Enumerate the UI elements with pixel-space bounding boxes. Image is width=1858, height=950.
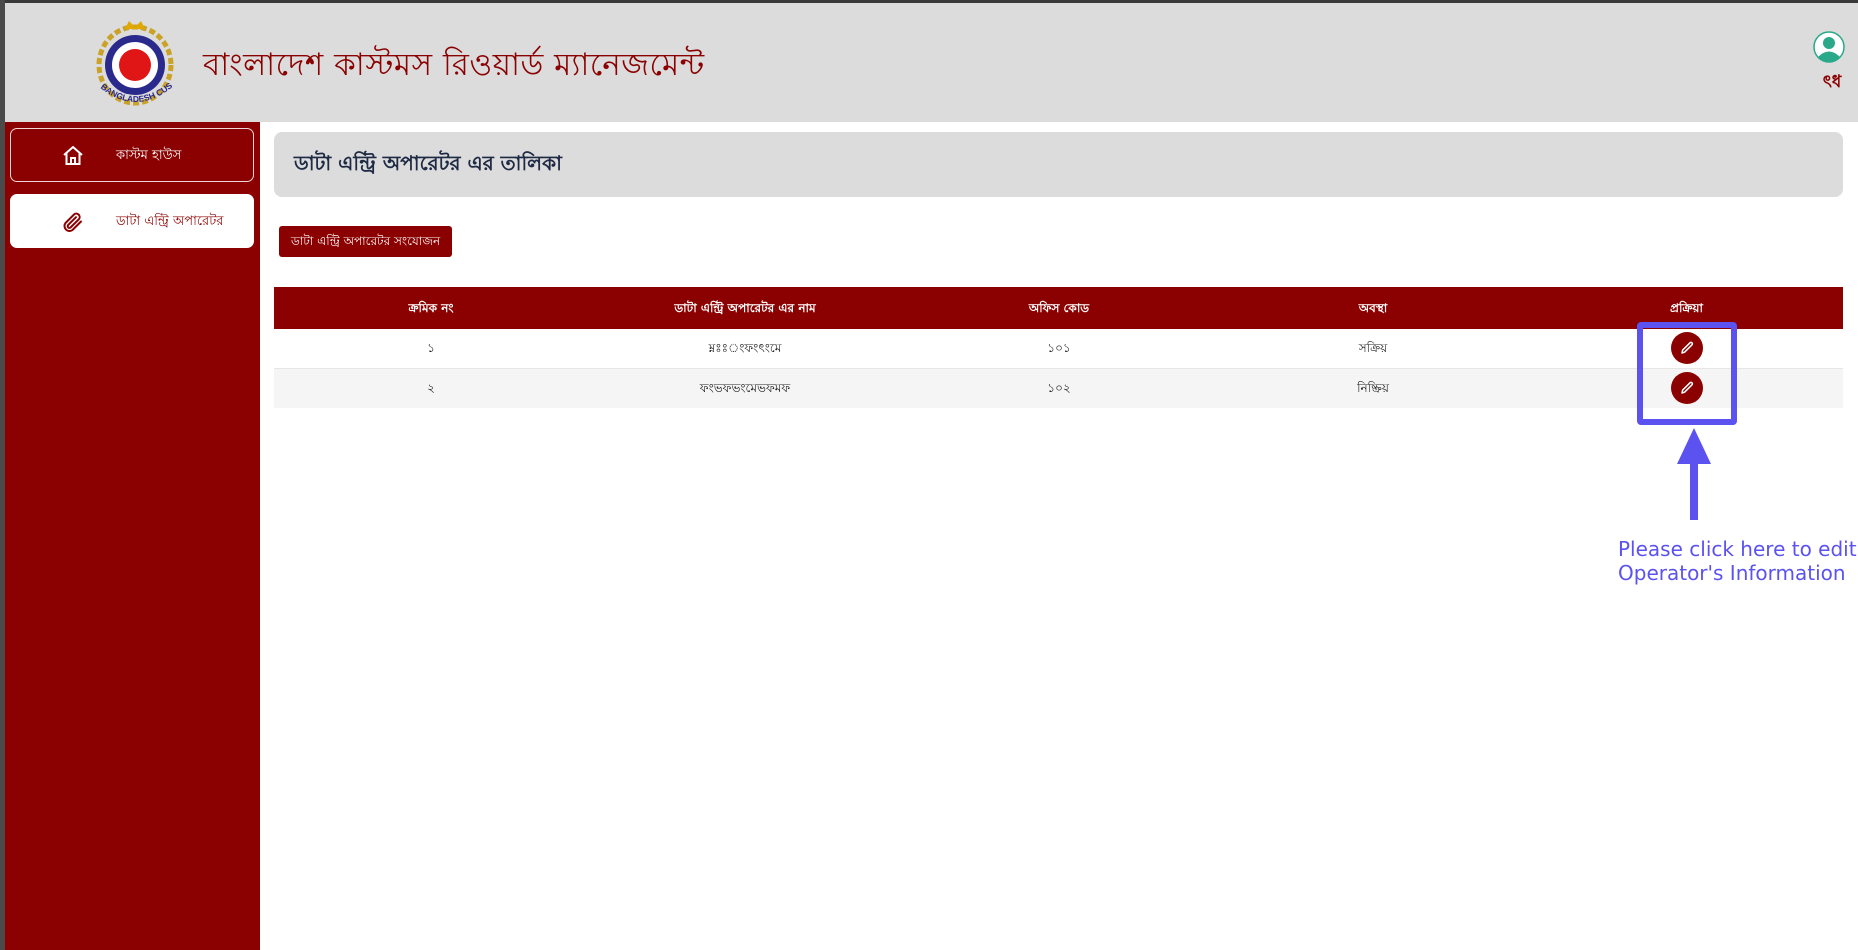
sidebar-item-data-entry-operator[interactable]: ডাটা এন্ট্রি অপারেটর (10, 194, 254, 248)
column-header-status: অবস্থা (1358, 301, 1388, 315)
cell-serial: ১ (427, 341, 435, 355)
cell-serial: ২ (427, 381, 435, 395)
table-row: ১ ম্নঃঃংফংৎংমে ১০১ সক্রিয় (274, 329, 1843, 369)
sidebar: কাস্টম হাউস ডাটা এন্ট্রি অপারেটর (5, 122, 260, 950)
customs-logo: BANGLADESH CUSTOMS & VAT (79, 11, 187, 115)
page-title: ডাটা এন্ট্রি অপারেটর এর তালিকা (294, 151, 562, 175)
cell-name: ফংভফভংমেভফমফ (699, 381, 791, 395)
cell-name: ম্নঃঃংফংৎংমে (708, 341, 782, 355)
sidebar-item-custom-house[interactable]: কাস্টম হাউস (10, 128, 254, 182)
table-row: ২ ফংভফভংমেভফমফ ১০২ নিষ্ক্রিয় (274, 369, 1843, 408)
page-header-card: ডাটা এন্ট্রি অপারেটর এর তালিকা (274, 132, 1843, 197)
paperclip-icon (61, 210, 85, 234)
add-operator-button[interactable]: ডাটা এন্ট্রি অপারেটর সংযোজন (279, 226, 453, 257)
arrow-up-icon (1677, 428, 1711, 524)
annotation-hint: Please click here to edit Operator's Inf… (1618, 537, 1858, 585)
app-title: বাংলাদেশ কাস্টমস রিওয়ার্ড ম্যানেজমেন্ট (203, 47, 705, 83)
annotation-line-2: Operator's Information (1618, 561, 1846, 585)
annotation-line-1: Please click here to edit (1618, 537, 1857, 561)
user-name[interactable]: ৎধ (1817, 69, 1847, 97)
cell-office-code: ১০২ (1047, 381, 1071, 395)
sidebar-item-label: ডাটা এন্ট্রি অপারেটর (116, 214, 224, 229)
sidebar-item-label: কাস্টম হাউস (116, 148, 182, 163)
app-header: BANGLADESH CUSTOMS & VAT বাংলাদেশ কাস্টম… (5, 3, 1858, 122)
operator-table: ক্রমিক নং ডাটা এন্ট্রি অপারেটর এর নাম অফ… (274, 287, 1843, 408)
column-header-serial: ক্রমিক নং (408, 301, 454, 315)
column-header-office-code: অফিস কোড (1028, 301, 1090, 315)
cell-status: সক্রিয় (1358, 341, 1388, 355)
column-header-name: ডাটা এন্ট্রি অপারেটর এর নাম (674, 301, 816, 315)
user-avatar-icon[interactable] (1813, 31, 1845, 63)
table-header-row: ক্রমিক নং ডাটা এন্ট্রি অপারেটর এর নাম অফ… (274, 287, 1843, 329)
cell-status: নিষ্ক্রিয় (1357, 381, 1389, 395)
home-icon (61, 144, 85, 168)
edit-highlight-box (1637, 322, 1737, 425)
cell-office-code: ১০১ (1047, 341, 1071, 355)
